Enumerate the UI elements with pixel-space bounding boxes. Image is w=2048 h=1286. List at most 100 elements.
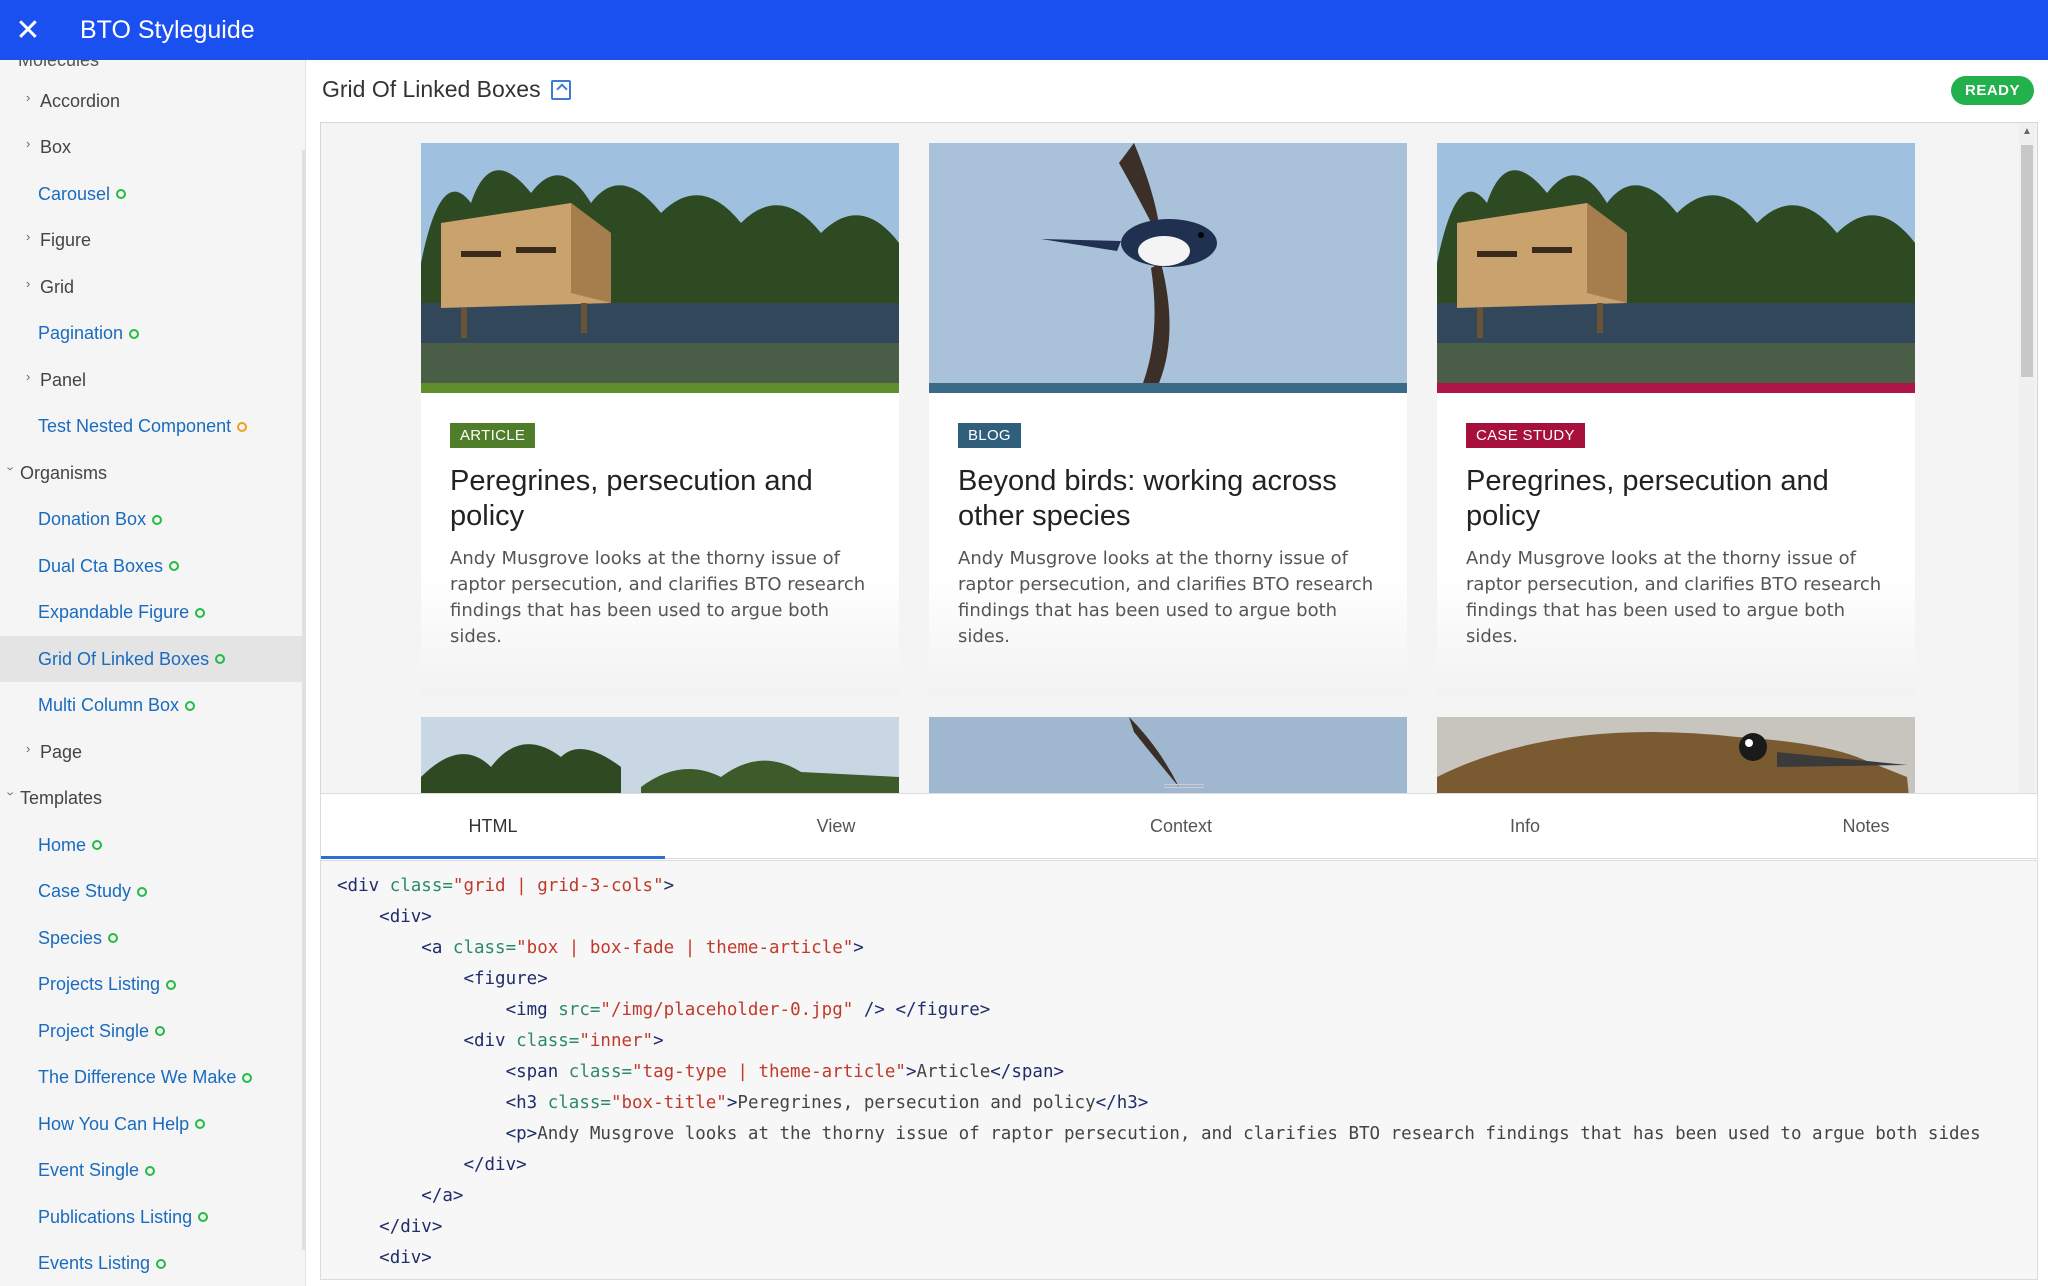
sidebar-item-label: Figure	[40, 230, 92, 250]
sidebar-item-panel[interactable]: › Panel	[0, 357, 305, 403]
tab-view[interactable]: View	[665, 794, 1007, 858]
status-dot-icon	[185, 700, 196, 711]
sidebar-item-pagination[interactable]: Pagination	[0, 311, 305, 357]
linked-box-card[interactable]: Case Study Peregrines, persecution and po…	[1437, 143, 1915, 695]
chevron-right-icon: ›	[26, 89, 31, 105]
sidebar-item-accordion[interactable]: › Accordion	[0, 78, 305, 124]
sidebar-item-box[interactable]: › Box	[0, 125, 305, 171]
sidebar-item-label: Page	[40, 741, 83, 762]
code-token: <div	[463, 1031, 517, 1051]
tab-context[interactable]: Context	[1007, 794, 1355, 858]
card-theme-stripe	[929, 383, 1407, 393]
resize-handle[interactable]	[1164, 784, 1204, 788]
sidebar-item-label: The Difference We Make	[38, 1067, 237, 1087]
sidebar-item-how-you-can-help[interactable]: How You Can Help	[0, 1101, 305, 1147]
open-external-icon[interactable]	[550, 79, 571, 100]
tab-info[interactable]: Info	[1355, 794, 1695, 858]
sidebar-item-label: Publications Listing	[38, 1206, 193, 1227]
chevron-right-icon: ›	[26, 229, 31, 244]
sidebar-item-events-listing[interactable]: Events Listing	[0, 1241, 305, 1286]
status-dot-icon	[92, 840, 103, 850]
box-description: Andy Musgrove looks at the thorny issue …	[958, 548, 1374, 647]
status-dot-icon	[116, 189, 127, 199]
linked-box-card[interactable]: Article Peregrines, persecution and polic…	[421, 143, 899, 695]
sidebar-item-grid[interactable]: › Grid	[0, 264, 305, 310]
tab-notes[interactable]: Notes	[1695, 794, 2037, 858]
sidebar-item-templates[interactable]: › Templates	[0, 776, 305, 822]
code-line: <img src="/img/placeholder-0.jpg" /> </f…	[321, 995, 2037, 1026]
chevron-right-icon: ›	[26, 740, 31, 756]
code-token: >	[663, 876, 675, 896]
code-line: <figure>	[321, 964, 2037, 995]
sidebar-section-molecules[interactable]: Molecules	[18, 60, 99, 71]
sidebar-item-label: Donation Box	[38, 509, 147, 529]
sidebar-item-the-difference-we-make[interactable]: The Difference We Make	[0, 1055, 305, 1101]
code-line: </div>	[321, 1212, 2037, 1243]
code-token: "inner"	[579, 1031, 654, 1051]
sidebar-item-expandable-figure[interactable]: Expandable Figure	[0, 590, 305, 636]
bird-hide-image	[421, 143, 899, 383]
code-token: <div>	[379, 907, 432, 927]
code-line: <div class="inner">	[321, 1026, 2037, 1057]
sidebar-item-organisms[interactable]: › Organisms	[0, 450, 305, 496]
box-title: Peregrines, persecution and policy	[450, 465, 813, 532]
code-token: Andy Musgrove looks at the thorny issue …	[537, 1124, 1981, 1144]
sidebar-scrollbar[interactable]	[302, 150, 305, 1250]
preview-scrollbar[interactable]: ▲ ▼	[2019, 123, 2035, 841]
sidebar-item-projects-listing[interactable]: Projects Listing	[0, 962, 305, 1008]
sidebar-item-home[interactable]: Home	[0, 822, 305, 868]
sidebar-item-label: Test Nested Component	[38, 416, 232, 436]
code-token: "box | box-fade | theme-article"	[516, 938, 854, 958]
app-header: ✕ BTO Styleguide	[0, 0, 2048, 60]
code-token: <h3	[505, 1093, 548, 1113]
page-title: Grid Of Linked Boxes	[322, 76, 571, 103]
card-theme-stripe	[1437, 383, 1915, 393]
sidebar-item-case-study[interactable]: Case Study	[0, 869, 305, 915]
sidebar-item-species[interactable]: Species	[0, 915, 305, 961]
code-token: >	[653, 1031, 664, 1051]
preview-scroll-thumb[interactable]	[2021, 145, 2033, 377]
app-title: BTO Styleguide	[80, 15, 255, 44]
box-title: Peregrines, persecution and policy	[1466, 465, 1829, 532]
code-line: <div class="grid | grid-3-cols">	[321, 871, 2037, 902]
code-line: <p>Andy Musgrove looks at the thorny iss…	[321, 1119, 2037, 1150]
sidebar-item-label: Carousel	[38, 183, 111, 204]
code-token: class=	[452, 938, 517, 958]
sidebar-item-carousel[interactable]: Carousel	[0, 171, 305, 217]
close-icon[interactable]: ✕	[0, 0, 56, 60]
sidebar-item-figure[interactable]: › Figure	[0, 218, 305, 264]
sidebar-item-label: Species	[38, 927, 103, 948]
sidebar-item-donation-box[interactable]: Donation Box	[0, 497, 305, 543]
sidebar-item-dual-cta-boxes[interactable]: Dual Cta Boxes	[0, 543, 305, 589]
sidebar-item-multi-column-box[interactable]: Multi Column Box	[0, 683, 305, 729]
sidebar-item-test-nested-component[interactable]: Test Nested Component	[0, 404, 305, 450]
scroll-up-icon[interactable]: ▲	[2022, 126, 2032, 137]
chevron-right-icon: ›	[26, 368, 31, 384]
status-dot-icon	[108, 933, 119, 943]
page-title-text: Grid Of Linked Boxes	[322, 76, 541, 102]
status-dot-icon	[169, 561, 180, 571]
linked-box-card[interactable]: Blog Beyond birds: working across other s…	[929, 143, 1407, 695]
main-panel: Grid Of Linked Boxes READY Article Peregr…	[306, 60, 2048, 1286]
sidebar-item-event-single[interactable]: Event Single	[0, 1148, 305, 1194]
code-token: /> </figure>	[853, 1000, 991, 1020]
code-token: <div>	[379, 1248, 432, 1268]
tag-type: Article	[450, 423, 536, 448]
code-token: </span>	[990, 1062, 1065, 1082]
sidebar-item-page[interactable]: › Page	[0, 729, 305, 775]
chevron-down-icon: ›	[3, 791, 19, 796]
card-inner: Case Study Peregrines, persecution and po…	[1437, 393, 1915, 695]
code-line: <a class="box | box-fade | theme-article…	[321, 933, 2037, 964]
tab-html[interactable]: HTML	[321, 794, 665, 859]
sidebar-item-grid-of-linked-boxes[interactable]: Grid Of Linked Boxes	[0, 636, 305, 682]
code-token: "/img/placeholder-0.jpg"	[600, 1000, 854, 1020]
status-dot-icon	[237, 421, 248, 432]
sidebar-item-label: Dual Cta Boxes	[38, 555, 164, 576]
sidebar-item-publications-listing[interactable]: Publications Listing	[0, 1194, 305, 1240]
sidebar-item-project-single[interactable]: Project Single	[0, 1008, 305, 1054]
